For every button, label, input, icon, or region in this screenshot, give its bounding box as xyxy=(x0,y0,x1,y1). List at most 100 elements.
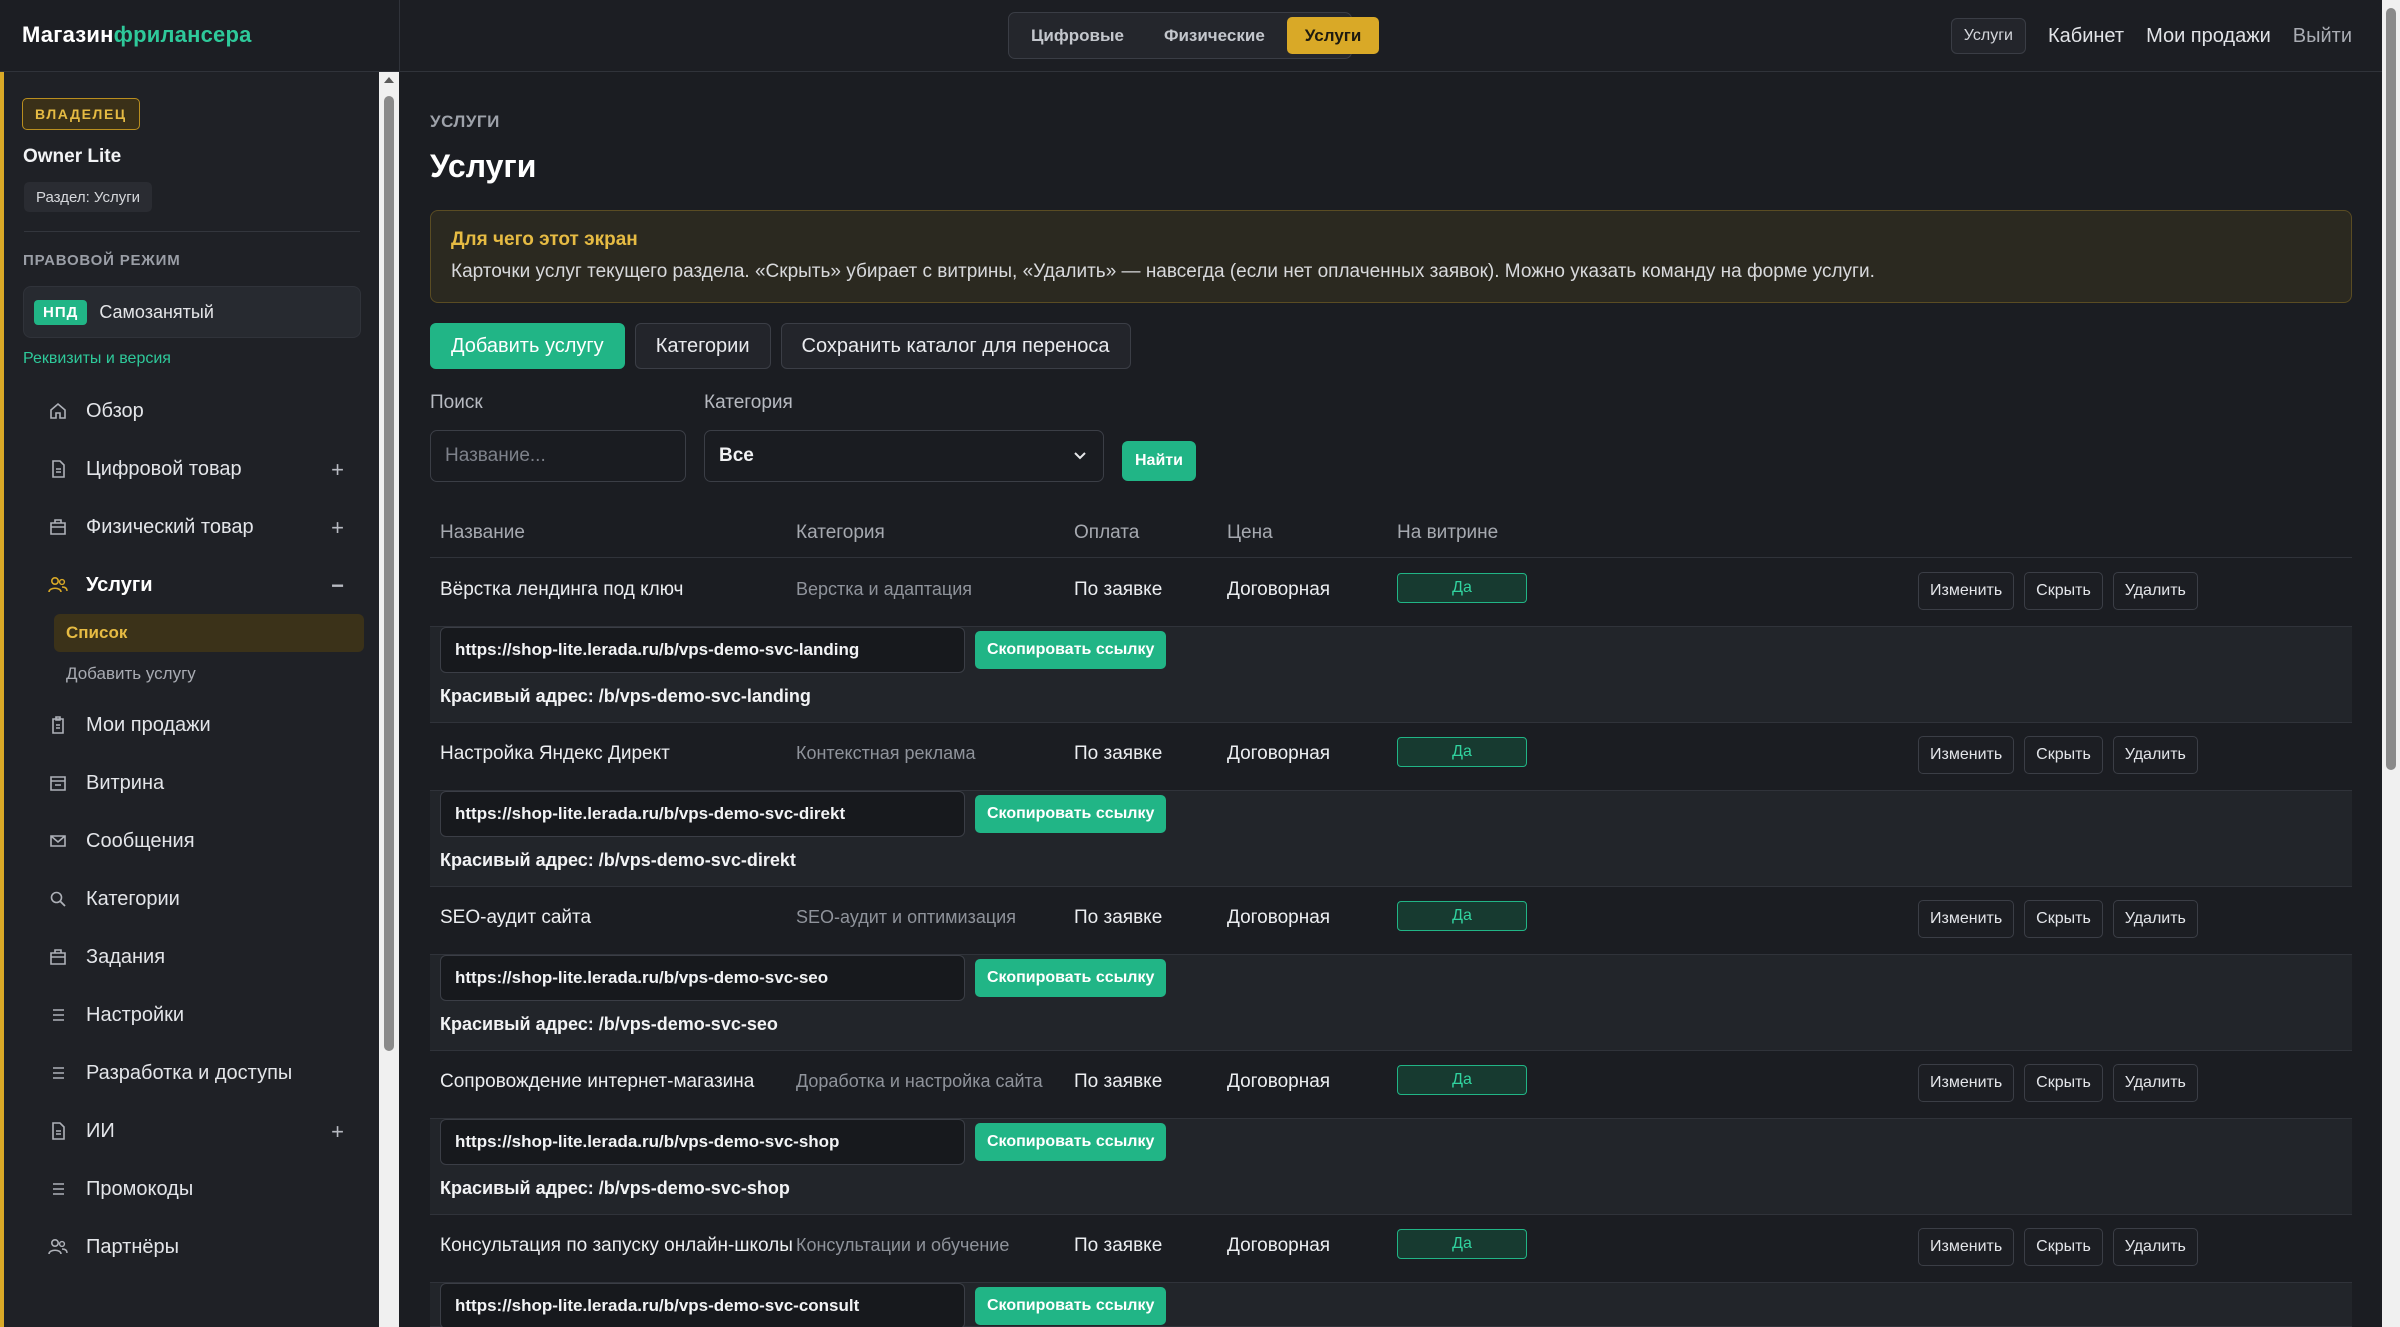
table-row: Консультация по запуску онлайн-школы Кон… xyxy=(430,1215,2352,1327)
sidebar-item-promocodes[interactable]: Промокоды xyxy=(34,1160,364,1218)
category-label: Категория xyxy=(704,392,793,413)
category-select[interactable]: Все xyxy=(704,430,1104,482)
expand-icon[interactable]: + xyxy=(331,457,344,483)
find-button[interactable]: Найти xyxy=(1122,441,1196,481)
expand-icon[interactable]: + xyxy=(331,1119,344,1145)
edit-button[interactable]: Изменить xyxy=(1918,736,2015,774)
col-payment: Оплата xyxy=(1074,522,1140,543)
sidebar-item-settings[interactable]: Настройки xyxy=(34,986,364,1044)
hide-button[interactable]: Скрыть xyxy=(2024,572,2103,610)
delete-button[interactable]: Удалить xyxy=(2112,1228,2198,1266)
legal-mode-title: ПРАВОВОЙ РЕЖИМ xyxy=(23,252,181,269)
my-sales-link[interactable]: Мои продажи xyxy=(2146,25,2271,48)
categories-button[interactable]: Категории xyxy=(634,323,771,369)
requisites-link[interactable]: Реквизиты и версия xyxy=(23,350,171,368)
segment-services[interactable]: Услуги xyxy=(1286,17,1380,54)
sidebar-item-tasks[interactable]: Задания xyxy=(34,928,364,986)
edit-button[interactable]: Изменить xyxy=(1918,572,2015,610)
collapse-icon[interactable]: − xyxy=(331,573,344,599)
current-section-pill[interactable]: Услуги xyxy=(1950,18,2026,54)
sidebar-item-label: Промокоды xyxy=(86,1177,194,1200)
file-icon xyxy=(46,1119,70,1143)
action-buttons: Добавить услугу Категории Сохранить ката… xyxy=(430,323,1131,369)
info-text: Карточки услуг текущего раздела. «Скрыть… xyxy=(451,261,1875,282)
sidebar-item-dev-access[interactable]: Разработка и доступы xyxy=(34,1044,364,1102)
hide-button[interactable]: Скрыть xyxy=(2024,1064,2103,1102)
hide-button[interactable]: Скрыть xyxy=(2024,900,2103,938)
service-payment: По заявке xyxy=(1074,1235,1163,1256)
edit-button[interactable]: Изменить xyxy=(1918,900,2015,938)
sidebar-scrollbar[interactable] xyxy=(379,72,399,1327)
delete-button[interactable]: Удалить xyxy=(2112,1064,2198,1102)
sidebar-item-physical[interactable]: Физический товар + xyxy=(34,498,364,556)
delete-button[interactable]: Удалить xyxy=(2112,900,2198,938)
delete-button[interactable]: Удалить xyxy=(2112,572,2198,610)
expand-icon[interactable]: + xyxy=(331,515,344,541)
search-input[interactable] xyxy=(430,430,686,482)
copy-link-button[interactable]: Скопировать ссылку xyxy=(975,1123,1167,1161)
delete-button[interactable]: Удалить xyxy=(2112,736,2198,774)
hide-button[interactable]: Скрыть xyxy=(2024,1228,2103,1266)
sidebar-item-messages[interactable]: Сообщения xyxy=(34,812,364,870)
section-chip: Раздел: Услуги xyxy=(24,182,153,212)
service-url-field[interactable]: https://shop-lite.lerada.ru/b/vps-demo-s… xyxy=(440,1283,965,1327)
sidebar-item-label: Партнёры xyxy=(86,1235,180,1258)
service-category: Контекстная реклама xyxy=(796,743,976,763)
service-url-field[interactable]: https://shop-lite.lerada.ru/b/vps-demo-s… xyxy=(440,1119,965,1165)
edit-button[interactable]: Изменить xyxy=(1918,1064,2015,1102)
logout-link[interactable]: Выйти xyxy=(2293,25,2352,48)
sidebar-item-label: Категории xyxy=(86,887,180,910)
search-icon xyxy=(46,887,70,911)
sidebar-item-digital[interactable]: Цифровой товар + xyxy=(34,440,364,498)
service-url-field[interactable]: https://shop-lite.lerada.ru/b/vps-demo-s… xyxy=(440,955,965,1001)
sidebar-item-partners[interactable]: Партнёры xyxy=(34,1218,364,1276)
copy-link-button[interactable]: Скопировать ссылку xyxy=(975,631,1167,669)
sidebar-item-categories[interactable]: Категории xyxy=(34,870,364,928)
service-name: Сопровождение интернет-магазина xyxy=(440,1071,755,1092)
sidebar-item-label: Обзор xyxy=(86,399,144,422)
showcase-badge: Да xyxy=(1397,901,1527,931)
sidebar-item-overview[interactable]: Обзор xyxy=(34,382,364,440)
sidebar-scroll-thumb[interactable] xyxy=(384,96,394,1051)
segment-physical[interactable]: Физические xyxy=(1146,17,1283,54)
service-url-field[interactable]: https://shop-lite.lerada.ru/b/vps-demo-s… xyxy=(440,627,965,673)
service-price: Договорная xyxy=(1227,1235,1331,1256)
brand-part1: Магазин xyxy=(22,22,114,47)
sidebar-item-services[interactable]: Услуги − xyxy=(34,556,364,614)
sidebar-item-ai[interactable]: ИИ + xyxy=(34,1102,364,1160)
scroll-up-arrow-icon[interactable] xyxy=(384,77,394,83)
brand-part2: фрилансера xyxy=(113,22,252,47)
table-row: SEO-аудит сайта SEO-аудит и оптимизация … xyxy=(430,887,2352,1051)
copy-link-button[interactable]: Скопировать ссылку xyxy=(975,795,1167,833)
copy-link-button[interactable]: Скопировать ссылку xyxy=(975,959,1167,997)
sidebar-item-my-sales[interactable]: Мои продажи xyxy=(34,696,364,754)
showcase-badge: Да xyxy=(1397,1229,1527,1259)
pretty-address: Красивый адрес: /b/vps-demo-svc-seo xyxy=(440,1014,778,1034)
sidebar-item-label: Физический товар xyxy=(86,515,254,538)
sidebar-item-showcase[interactable]: Витрина xyxy=(34,754,364,812)
col-category: Категория xyxy=(796,522,885,543)
page-scrollbar[interactable] xyxy=(2382,0,2400,1327)
sidebar: ВЛАДЕЛЕЦ Owner Lite Раздел: Услуги ПРАВО… xyxy=(0,72,380,1327)
service-category: Доработка и настройка сайта xyxy=(796,1071,1043,1091)
submenu-add-service[interactable]: Добавить услугу xyxy=(66,652,364,696)
hide-button[interactable]: Скрыть xyxy=(2024,736,2103,774)
chevron-down-icon xyxy=(1071,447,1089,471)
sidebar-item-label: Услуги xyxy=(86,573,153,596)
submenu-list[interactable]: Список xyxy=(54,614,364,652)
service-payment: По заявке xyxy=(1074,907,1163,928)
page-scroll-thumb[interactable] xyxy=(2386,8,2396,770)
store-icon xyxy=(46,771,70,795)
edit-button[interactable]: Изменить xyxy=(1918,1228,2015,1266)
copy-link-button[interactable]: Скопировать ссылку xyxy=(975,1287,1167,1325)
cabinet-link[interactable]: Кабинет xyxy=(2048,25,2124,48)
lines-icon xyxy=(46,1177,70,1201)
brand-logo[interactable]: Магазинфрилансера xyxy=(22,22,252,48)
save-catalog-button[interactable]: Сохранить каталог для переноса xyxy=(780,323,1131,369)
add-service-button[interactable]: Добавить услугу xyxy=(430,323,625,369)
lines-icon xyxy=(46,1061,70,1085)
service-url-field[interactable]: https://shop-lite.lerada.ru/b/vps-demo-s… xyxy=(440,791,965,837)
service-category: Верстка и адаптация xyxy=(796,579,973,599)
segment-digital[interactable]: Цифровые xyxy=(1013,17,1142,54)
table-row: Настройка Яндекс Директ Контекстная рекл… xyxy=(430,723,2352,887)
